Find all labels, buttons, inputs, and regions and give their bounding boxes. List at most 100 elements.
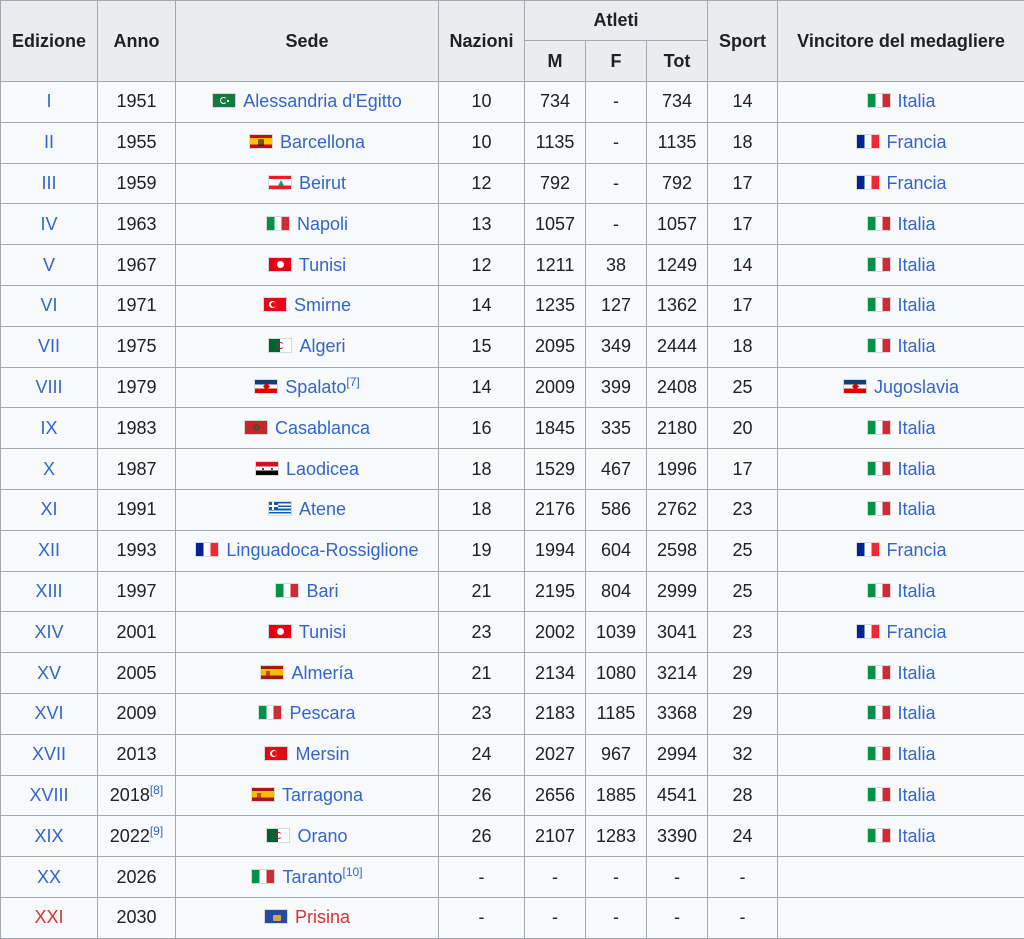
athletes-m-cell: - (525, 857, 586, 898)
winner-link[interactable]: Italia (898, 703, 936, 723)
host-link[interactable]: Tunisi (299, 622, 346, 642)
host-flag-icon (266, 828, 290, 843)
edition-link[interactable]: XIV (34, 622, 63, 642)
athletes-tot-cell: 1996 (647, 449, 708, 490)
year-text: 2030 (116, 907, 156, 927)
host-reference[interactable]: [10] (343, 865, 363, 879)
athletes-m-cell: 2107 (525, 816, 586, 857)
winner-link[interactable]: Italia (898, 581, 936, 601)
edition-link[interactable]: XVI (34, 703, 63, 723)
year-reference[interactable]: [8] (150, 783, 163, 797)
host-link[interactable]: Barcellona (280, 132, 365, 152)
table-row: II 1955 Barcellona 10 1135 - 1135 18 Fra… (1, 122, 1024, 163)
winner-link[interactable]: Francia (887, 173, 947, 193)
winner-link[interactable]: Italia (898, 91, 936, 111)
host-link[interactable]: Mersin (295, 744, 349, 764)
nations-cell: 18 (439, 449, 525, 490)
edition-link[interactable]: VIII (35, 377, 62, 397)
athletes-m-cell: 1057 (525, 204, 586, 245)
winner-cell: Italia (778, 734, 1024, 775)
winner-link[interactable]: Italia (898, 418, 936, 438)
host-link[interactable]: Spalato (285, 377, 346, 397)
athletes-m-cell: 1994 (525, 530, 586, 571)
host-cell: Tunisi (176, 245, 439, 286)
host-link[interactable]: Pescara (289, 703, 355, 723)
edition-cell: II (1, 122, 98, 163)
host-link[interactable]: Prisina (295, 907, 350, 927)
host-link[interactable]: Napoli (297, 214, 348, 234)
athletes-m-cell: 2183 (525, 693, 586, 734)
host-link[interactable]: Orano (297, 826, 347, 846)
edition-link[interactable]: IX (40, 418, 57, 438)
host-link[interactable]: Atene (299, 499, 346, 519)
athletes-m-cell: 2027 (525, 734, 586, 775)
year-reference[interactable]: [9] (150, 824, 163, 838)
host-flag-icon (244, 420, 268, 435)
edition-link[interactable]: X (43, 459, 55, 479)
host-link[interactable]: Laodicea (286, 459, 359, 479)
host-cell: Bari (176, 571, 439, 612)
edition-link[interactable]: XVII (32, 744, 66, 764)
host-link[interactable]: Casablanca (275, 418, 370, 438)
edition-link[interactable]: XI (40, 499, 57, 519)
winner-flag-icon (867, 665, 891, 680)
edition-link[interactable]: XII (38, 540, 60, 560)
edition-link[interactable]: V (43, 255, 55, 275)
year-text: 2005 (116, 663, 156, 683)
edition-link[interactable]: XIX (34, 826, 63, 846)
athletes-f-cell: - (586, 857, 647, 898)
sports-cell: - (708, 857, 778, 898)
winner-link[interactable]: Jugoslavia (874, 377, 959, 397)
nations-cell: 18 (439, 489, 525, 530)
winner-link[interactable]: Francia (887, 540, 947, 560)
host-link[interactable]: Tunisi (299, 255, 346, 275)
winner-link[interactable]: Italia (898, 459, 936, 479)
sports-cell: 25 (708, 367, 778, 408)
edition-link[interactable]: III (41, 173, 56, 193)
edition-link[interactable]: XV (37, 663, 61, 683)
edition-link[interactable]: IV (40, 214, 57, 234)
athletes-tot-cell: 3214 (647, 653, 708, 694)
nations-cell: 14 (439, 367, 525, 408)
host-link[interactable]: Bari (306, 581, 338, 601)
host-flag-icon (251, 787, 275, 802)
edition-link[interactable]: II (44, 132, 54, 152)
header-sport: Sport (708, 1, 778, 82)
year-cell: 2001 (98, 612, 176, 653)
athletes-f-cell: 1885 (586, 775, 647, 816)
winner-link[interactable]: Italia (898, 826, 936, 846)
host-link[interactable]: Linguadoca-Rossiglione (226, 540, 418, 560)
edition-link[interactable]: XX (37, 867, 61, 887)
host-link[interactable]: Beirut (299, 173, 346, 193)
winner-link[interactable]: Italia (898, 499, 936, 519)
edition-link[interactable]: XIII (35, 581, 62, 601)
winner-cell: Francia (778, 612, 1024, 653)
edition-link[interactable]: XXI (34, 907, 63, 927)
winner-link[interactable]: Italia (898, 255, 936, 275)
winner-cell: Italia (778, 285, 1024, 326)
host-link[interactable]: Tarragona (282, 785, 363, 805)
host-link[interactable]: Alessandria d'Egitto (243, 91, 402, 111)
host-reference[interactable]: [7] (346, 375, 359, 389)
edition-link[interactable]: I (46, 91, 51, 111)
winner-link[interactable]: Francia (887, 622, 947, 642)
winner-link[interactable]: Italia (898, 744, 936, 764)
winner-link[interactable]: Italia (898, 663, 936, 683)
year-text: 1983 (116, 418, 156, 438)
winner-link[interactable]: Francia (887, 132, 947, 152)
winner-link[interactable]: Italia (898, 295, 936, 315)
sports-cell: 17 (708, 285, 778, 326)
winner-flag-icon (867, 828, 891, 843)
winner-link[interactable]: Italia (898, 336, 936, 356)
winner-link[interactable]: Italia (898, 214, 936, 234)
edition-link[interactable]: XVIII (29, 785, 68, 805)
athletes-tot-cell: 734 (647, 82, 708, 123)
host-link[interactable]: Algeri (299, 336, 345, 356)
nations-cell: 15 (439, 326, 525, 367)
host-link[interactable]: Almería (291, 663, 353, 683)
edition-link[interactable]: VII (38, 336, 60, 356)
host-link[interactable]: Smirne (294, 295, 351, 315)
edition-link[interactable]: VI (40, 295, 57, 315)
winner-link[interactable]: Italia (898, 785, 936, 805)
host-link[interactable]: Taranto (282, 867, 342, 887)
